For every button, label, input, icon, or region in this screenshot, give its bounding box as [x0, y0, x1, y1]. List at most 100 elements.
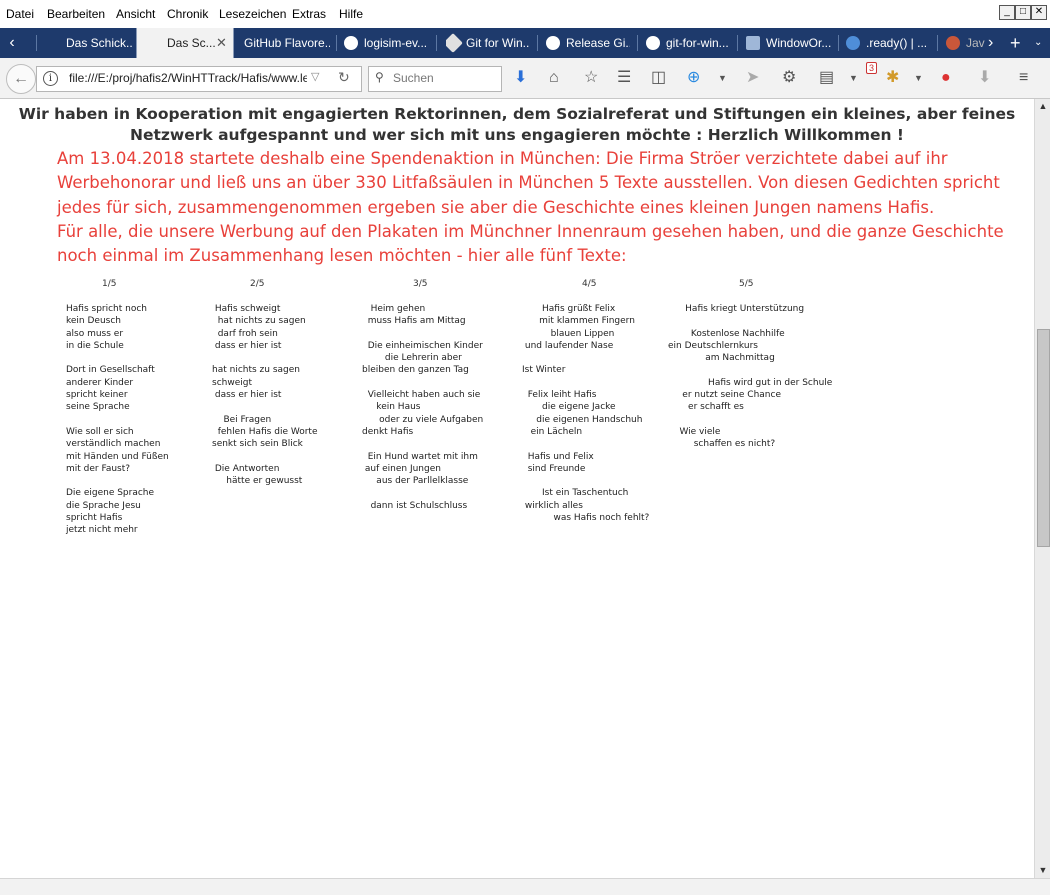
campaign-text: Am 13.04.2018 startete deshalb eine Spen… [57, 147, 1027, 268]
tab-label: git-for-win... [666, 36, 729, 50]
campaign-line: jedes für sich, zusammengenommen ergeben… [57, 197, 935, 217]
close-tab-icon[interactable]: ✕ [216, 28, 227, 58]
poem-number: 5/5 [739, 279, 754, 289]
github-icon [344, 36, 358, 50]
hamburger-menu-icon[interactable]: ≡ [1019, 68, 1028, 88]
scrollbar-thumb[interactable] [1037, 329, 1050, 547]
tab-active-label: Das Sc... [167, 36, 216, 50]
tab-label: Git for Win... [466, 36, 530, 50]
scroll-down-arrow-icon[interactable]: ▼ [1037, 863, 1049, 877]
tab-windowor[interactable]: WindowOr... [746, 28, 832, 58]
minimize-button[interactable]: _ [999, 5, 1015, 20]
send-icon[interactable]: ➤ [746, 68, 759, 88]
poem-2: Hafis schweigt hat nichts zu sagen darf … [212, 304, 318, 487]
tab-scroll-right-icon[interactable]: › [988, 28, 1000, 58]
tab-separator [336, 35, 337, 51]
poem-number: 4/5 [582, 279, 597, 289]
back-arrow-icon[interactable]: ← [6, 64, 36, 94]
tab-java[interactable]: Jav [946, 28, 986, 58]
info-icon[interactable]: i [43, 71, 58, 86]
pocket-icon[interactable]: ◫ [651, 68, 666, 88]
menu-ansicht[interactable]: Ansicht [116, 7, 155, 21]
poem-number: 3/5 [413, 279, 428, 289]
close-window-button[interactable]: ✕ [1031, 5, 1047, 20]
reload-icon[interactable]: ↻ [338, 69, 350, 86]
tab-separator [937, 35, 938, 51]
reader-list-icon[interactable]: ☰ [617, 68, 631, 88]
intro-line-1: Wir haben in Kooperation mit engagierten… [18, 105, 1016, 123]
github-icon [546, 36, 560, 50]
poem-5: Hafis kriegt Unterstützung Kostenlose Na… [668, 304, 833, 450]
poem-number: 2/5 [250, 279, 265, 289]
tab-active[interactable]: Das Sc... ✕ [136, 28, 234, 58]
git-icon [446, 33, 463, 53]
tab-release-git[interactable]: Release Gi... [546, 28, 630, 58]
tab-logisim[interactable]: logisim-ev... [344, 28, 428, 58]
clipboard-dropdown-icon[interactable]: ▼ [849, 68, 858, 88]
page-content: Wir haben in Kooperation mit engagierten… [0, 99, 1034, 878]
campaign-line: Für alle, die unsere Werbung auf den Pla… [57, 221, 1004, 241]
poem-3: Heim gehen muss Hafis am Mittag Die einh… [362, 304, 484, 511]
tab-separator [838, 35, 839, 51]
bug-icon[interactable]: ✱ [886, 68, 899, 88]
status-bar [0, 878, 1050, 895]
menu-extras[interactable]: Extras [292, 7, 326, 21]
menu-datei[interactable]: Datei [6, 7, 34, 21]
poem-number: 1/5 [102, 279, 117, 289]
tab-jquery-ready[interactable]: .ready() | ... [846, 28, 932, 58]
campaign-line: noch einmal im Zusammenhang lesen möchte… [57, 246, 627, 266]
menu-hilfe[interactable]: Hilfe [339, 7, 363, 21]
scroll-up-arrow-icon[interactable]: ▲ [1037, 99, 1049, 113]
url-bar[interactable]: i file:///E:/proj/hafis2/WinHTTrack/Hafi… [36, 66, 362, 92]
bookmark-star-icon[interactable]: ☆ [584, 68, 598, 88]
maximize-button[interactable]: □ [1015, 5, 1031, 20]
menu-bearbeiten[interactable]: Bearbeiten [47, 7, 105, 21]
tab-separator [537, 35, 538, 51]
download-arrow-icon[interactable]: ⬇ [514, 68, 527, 88]
tab-separator [436, 35, 437, 51]
tab-list-icon[interactable]: ⌄ [1034, 28, 1046, 58]
github-icon [646, 36, 660, 50]
java-icon [946, 36, 960, 50]
intro-text: Wir haben in Kooperation mit engagierten… [0, 104, 1034, 146]
campaign-line: Werbehonorar und ließ uns an über 330 Li… [57, 173, 1000, 193]
tab-label: logisim-ev... [364, 36, 428, 50]
url-input[interactable]: file:///E:/proj/hafis2/WinHTTrack/Hafis/… [69, 71, 307, 85]
poem-1: Hafis spricht noch kein Deusch also muss… [66, 304, 169, 536]
url-dropdown-icon[interactable]: ▽ [311, 70, 319, 83]
campaign-line: Am 13.04.2018 startete deshalb eine Spen… [57, 149, 948, 168]
search-bar[interactable]: ⚲ Suchen [368, 66, 502, 92]
downloads-icon[interactable]: ⊕ [687, 68, 700, 88]
addon-icon[interactable]: ⚙ [782, 68, 796, 88]
clipboard-icon[interactable]: ▤ [819, 68, 834, 88]
stackoverflow-icon [746, 36, 760, 50]
download-gray-icon[interactable]: ⬇ [978, 68, 991, 88]
tab-separator [737, 35, 738, 51]
tab-bar: ‹ Das Schick... Das Sc... ✕ GitHub Flavo… [0, 28, 1050, 58]
tab-separator [36, 35, 37, 51]
monster-icon[interactable]: ● [941, 68, 951, 88]
jquery-icon [846, 36, 860, 50]
menu-lesezeichen[interactable]: Lesezeichen [219, 7, 286, 21]
tab-das-schick[interactable]: Das Schick... [66, 28, 132, 58]
tab-scroll-left-icon[interactable]: ‹ [0, 28, 24, 58]
bug-dropdown-icon[interactable]: ▼ [914, 68, 923, 88]
home-icon[interactable]: ⌂ [549, 68, 559, 88]
notification-badge: 3 [866, 62, 878, 74]
tab-label: .ready() | ... [866, 36, 928, 50]
navigation-bar: ← i file:///E:/proj/hafis2/WinHTTrack/Ha… [0, 58, 1050, 99]
new-tab-icon[interactable]: + [1010, 28, 1026, 58]
tab-git-for-win[interactable]: git-for-win... [646, 28, 730, 58]
menu-chronik[interactable]: Chronik [167, 7, 208, 21]
tab-separator [637, 35, 638, 51]
tab-github-flavored[interactable]: GitHub Flavore... [244, 28, 330, 58]
downloads-dropdown-icon[interactable]: ▼ [718, 68, 727, 88]
intro-line-2: Netzwerk aufgespannt und wer sich mit un… [130, 126, 904, 144]
search-icon: ⚲ [375, 70, 384, 84]
tab-git-for-windows[interactable]: Git for Win... [446, 28, 530, 58]
search-input[interactable]: Suchen [393, 71, 434, 85]
tab-label: Jav [966, 36, 985, 50]
menu-bar: Datei Bearbeiten Ansicht Chronik Lesezei… [0, 0, 1050, 29]
tab-label: Release Gi... [566, 36, 630, 50]
vertical-scrollbar[interactable]: ▲ ▼ [1034, 99, 1050, 878]
